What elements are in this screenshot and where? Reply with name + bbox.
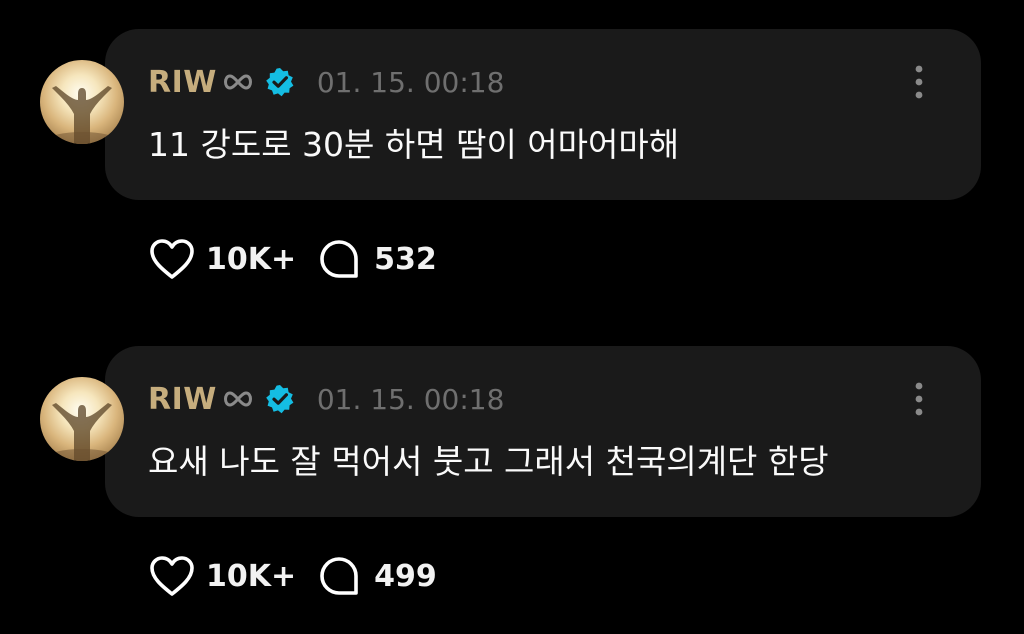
infinity-icon — [223, 391, 252, 407]
avatar-photo — [48, 403, 116, 461]
comment-icon[interactable] — [318, 238, 360, 280]
more-options-icon[interactable] — [906, 64, 932, 100]
avatar[interactable] — [40, 60, 124, 144]
username[interactable]: RIW — [148, 382, 217, 417]
comment-text: 11 강도로 30분 하면 땀이 어마어마해 — [148, 125, 680, 164]
timestamp: 01. 15. 00:18 — [316, 65, 505, 99]
like-count: 10K+ — [206, 241, 297, 277]
comment-post: RIW 01. 15. 00:18 요새 나도 잘 먹어서 붓고 그래서 천국의… — [0, 317, 1024, 633]
comment-count: 532 — [374, 241, 437, 277]
comment-count: 499 — [374, 558, 437, 594]
verified-badge-icon — [266, 385, 294, 414]
heart-icon[interactable] — [148, 554, 196, 598]
comment-bubble — [105, 29, 981, 200]
action-bar: 10K+ 499 — [148, 549, 437, 603]
like-count: 10K+ — [206, 558, 297, 594]
verified-badge-icon — [266, 68, 294, 97]
timestamp: 01. 15. 00:18 — [316, 382, 505, 416]
infinity-icon — [223, 74, 252, 90]
username[interactable]: RIW — [148, 65, 217, 100]
comment-bubble — [105, 346, 981, 517]
action-bar: 10K+ 532 — [148, 232, 437, 286]
avatar-photo — [48, 86, 116, 144]
avatar[interactable] — [40, 377, 124, 461]
comment-icon[interactable] — [318, 555, 360, 597]
more-options-icon[interactable] — [906, 381, 932, 417]
post-header: RIW 01. 15. 00:18 — [148, 381, 504, 417]
heart-icon[interactable] — [148, 237, 196, 281]
comment-text: 요새 나도 잘 먹어서 붓고 그래서 천국의계단 한당 — [148, 442, 829, 481]
comment-post: RIW 01. 15. 00:18 11 강도로 30분 하면 땀이 어마어마해… — [0, 0, 1024, 316]
post-header: RIW 01. 15. 00:18 — [148, 64, 504, 100]
